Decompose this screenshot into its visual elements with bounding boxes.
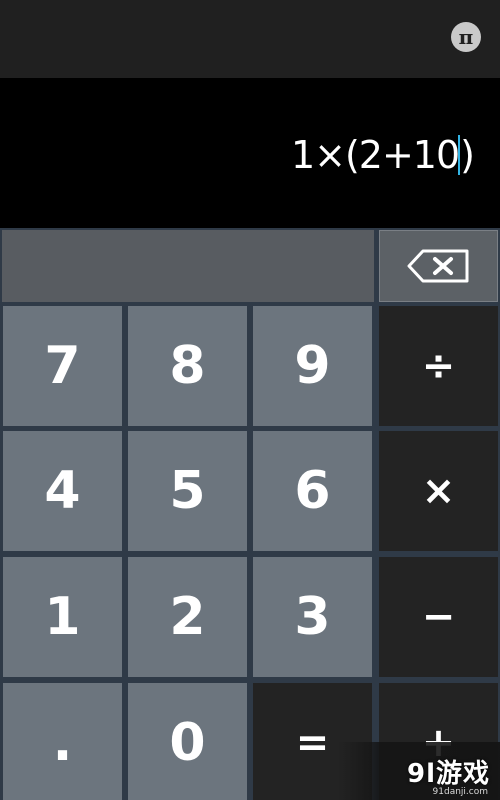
key-divide[interactable]: ÷ bbox=[379, 306, 498, 426]
history-strip bbox=[2, 230, 374, 302]
key-9[interactable]: 9 bbox=[253, 306, 372, 426]
key-decimal[interactable]: . bbox=[3, 683, 122, 800]
key-2[interactable]: 2 bbox=[128, 557, 247, 677]
watermark: 9l游戏 91danji.com bbox=[338, 742, 500, 800]
key-0[interactable]: 0 bbox=[128, 683, 247, 800]
backspace-icon bbox=[407, 249, 468, 283]
expression-before-cursor: 1×(2+10 bbox=[290, 133, 460, 177]
keypad: 7 8 9 ÷ 4 5 6 × 1 2 3 − . 0 = + bbox=[0, 228, 500, 800]
top-bar: π bbox=[0, 0, 500, 78]
key-1[interactable]: 1 bbox=[3, 557, 122, 677]
watermark-url: 91danji.com bbox=[432, 787, 488, 797]
expression-text: 1×(2+10) bbox=[290, 130, 475, 180]
key-4[interactable]: 4 bbox=[3, 431, 122, 551]
key-5[interactable]: 5 bbox=[128, 431, 247, 551]
expression-after-cursor: ) bbox=[460, 133, 475, 177]
backspace-button[interactable] bbox=[379, 230, 498, 302]
key-6[interactable]: 6 bbox=[253, 431, 372, 551]
pi-icon: π bbox=[458, 25, 474, 49]
key-minus[interactable]: − bbox=[379, 557, 498, 677]
watermark-logo: 9l游戏 bbox=[406, 758, 490, 789]
key-3[interactable]: 3 bbox=[253, 557, 372, 677]
key-8[interactable]: 8 bbox=[128, 306, 247, 426]
calculator-display[interactable]: 1×(2+10) bbox=[0, 78, 500, 228]
key-multiply[interactable]: × bbox=[379, 431, 498, 551]
key-7[interactable]: 7 bbox=[3, 306, 122, 426]
advanced-panel-button[interactable]: π bbox=[451, 22, 481, 52]
